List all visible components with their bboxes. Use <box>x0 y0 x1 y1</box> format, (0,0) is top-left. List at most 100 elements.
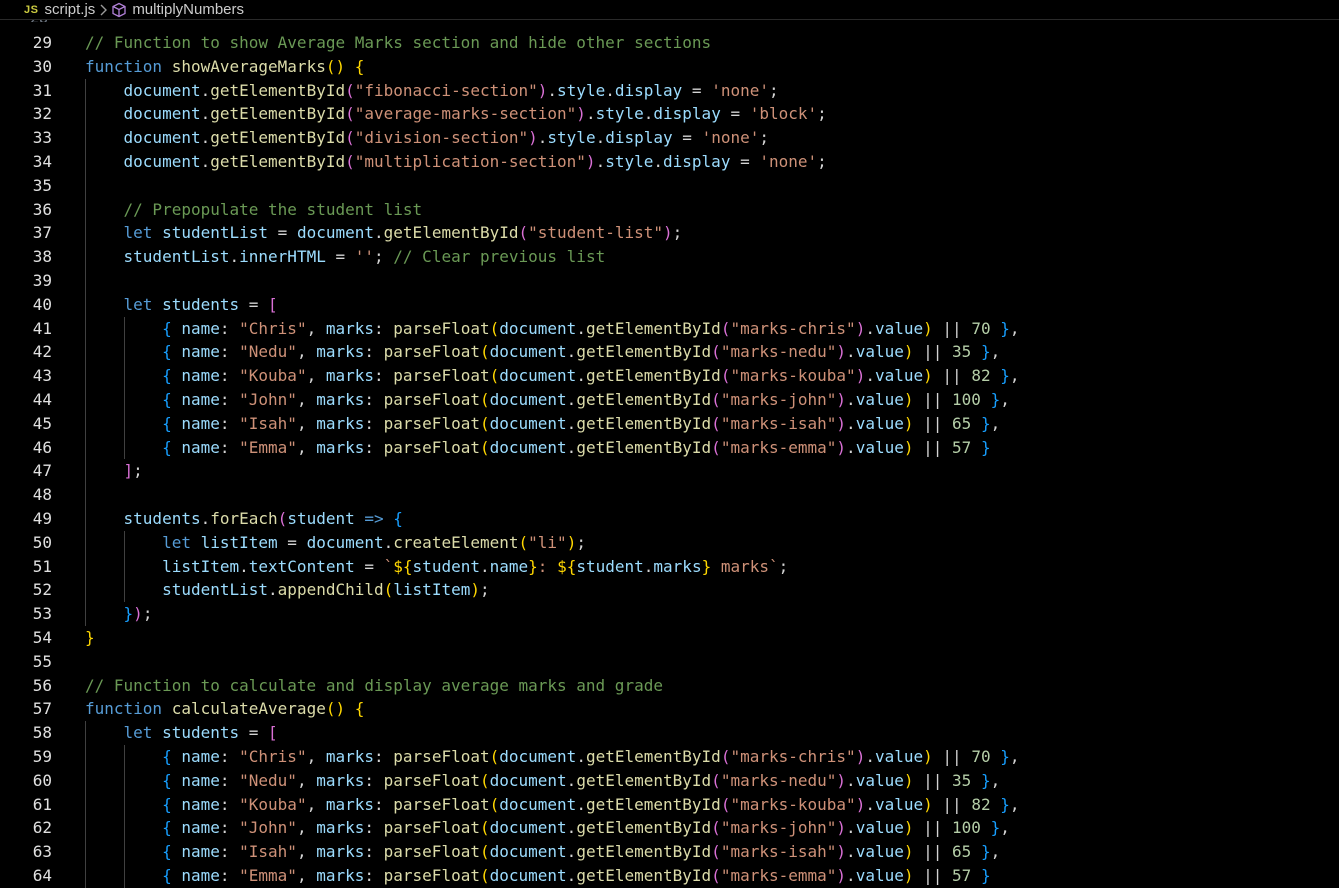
code-token: document <box>123 152 201 171</box>
code-line[interactable]: 36 // Prepopulate the student list <box>0 198 1339 222</box>
code-line[interactable]: 41 { name: "Chris", marks: parseFloat(do… <box>0 317 1339 341</box>
code-line[interactable]: 34 document.getElementById("multiplicati… <box>0 150 1339 174</box>
code-token: name <box>181 770 220 790</box>
code-token: value <box>855 866 904 885</box>
code-token: { <box>162 318 172 338</box>
code-line[interactable]: 46 { name: "Emma", marks: parseFloat(doc… <box>0 436 1339 460</box>
code-line[interactable]: 60 { name: "Nedu", marks: parseFloat(doc… <box>0 769 1339 793</box>
code-token: ; <box>759 128 769 148</box>
code-token: ) <box>836 413 847 433</box>
code-token: let <box>123 294 153 314</box>
code-line[interactable]: 64 { name: "Emma", marks: parseFloat(doc… <box>0 864 1339 888</box>
code-token: : <box>374 318 394 338</box>
code-line[interactable]: 48 <box>0 483 1339 507</box>
code-line[interactable]: 33 document.getElementById("division-sec… <box>0 126 1339 150</box>
code-token: getElementById <box>383 223 519 243</box>
line-number: 29 <box>32 33 52 52</box>
code-line[interactable]: 32 document.getElementById("average-mark… <box>0 102 1339 126</box>
code-line[interactable]: 51 listItem.textContent = `${student.nam… <box>0 555 1339 579</box>
code-token: ) <box>903 413 914 433</box>
code-line[interactable]: 57 function calculateAverage() { <box>0 697 1339 721</box>
code-token: : <box>364 818 384 838</box>
code-token: "Emma" <box>239 866 297 885</box>
code-token: || <box>913 390 953 409</box>
code-token: name <box>181 342 220 362</box>
code-line[interactable]: 54} <box>0 626 1339 650</box>
code-token: 65 <box>952 413 972 433</box>
code-token: . <box>846 866 856 885</box>
code-token: ` <box>383 556 394 576</box>
code-token: let <box>123 723 153 743</box>
code-token: . <box>200 152 211 171</box>
code-token: { <box>162 842 172 862</box>
breadcrumb-symbol[interactable]: multiplyNumbers <box>111 1 244 18</box>
code-line[interactable]: 40 let students = [ <box>0 293 1339 317</box>
code-line[interactable]: 49 students.forEach(student => { <box>0 507 1339 531</box>
code-token: ) <box>903 342 914 362</box>
code-editor[interactable]: 29 // Function to show Average Marks sect… <box>0 31 1339 888</box>
code-token: ( <box>345 128 355 148</box>
code-token: . <box>374 223 384 243</box>
line-number: 60 <box>32 770 52 790</box>
code-token: ) <box>585 152 596 171</box>
code-token: createElement <box>393 532 519 552</box>
code-token: { <box>162 413 172 433</box>
code-token: value <box>874 794 924 814</box>
code-token: ) <box>470 580 480 600</box>
code-token: 'none' <box>759 152 818 171</box>
line-number: 63 <box>32 842 52 862</box>
code-token: // Clear previous list <box>393 247 606 267</box>
code-token: ) <box>576 104 586 124</box>
code-line[interactable]: 39 <box>0 269 1339 293</box>
code-token: : <box>374 747 394 766</box>
code-token: document <box>123 80 201 100</box>
line-number: 45 <box>32 413 52 433</box>
code-token: getElementById <box>576 842 712 862</box>
code-line[interactable]: 59 { name: "Chris", marks: parseFloat(do… <box>0 745 1339 769</box>
code-token: = <box>682 80 712 100</box>
code-line[interactable]: 63 { name: "Isah", marks: parseFloat(doc… <box>0 840 1339 864</box>
code-token: studentList <box>162 223 269 243</box>
code-token: student <box>412 556 480 576</box>
code-line[interactable]: 45 { name: "Isah", marks: parseFloat(doc… <box>0 412 1339 436</box>
code-token: "marks-kouba" <box>730 366 856 386</box>
code-line[interactable]: 38 studentList.innerHTML = ''; // Clear … <box>0 245 1339 269</box>
code-line[interactable]: 42 { name: "Nedu", marks: parseFloat(doc… <box>0 340 1339 364</box>
code-token: // Prepopulate the student list <box>123 199 423 219</box>
code-line[interactable]: 30 function showAverageMarks() { <box>0 55 1339 79</box>
code-token: parseFloat <box>393 794 490 814</box>
code-token: value <box>874 318 924 338</box>
code-line[interactable]: 31 document.getElementById("fibonacci-se… <box>0 79 1339 103</box>
code-token: } <box>1000 366 1010 386</box>
code-line[interactable]: 47 ]; <box>0 459 1339 483</box>
code-line[interactable]: 44 { name: "John", marks: parseFloat(doc… <box>0 388 1339 412</box>
code-line[interactable]: 61 { name: "Kouba", marks: parseFloat(do… <box>0 793 1339 817</box>
code-token: , <box>990 413 1001 433</box>
code-token: ) <box>836 818 847 838</box>
code-token: display <box>614 80 683 100</box>
code-token: , <box>306 366 326 386</box>
code-line[interactable]: 29 // Function to show Average Marks sect… <box>0 31 1339 55</box>
code-line[interactable]: 37 let studentList = document.getElement… <box>0 221 1339 245</box>
code-token: document <box>499 318 577 338</box>
code-line[interactable]: 53 }); <box>0 602 1339 626</box>
code-line[interactable]: 35 <box>0 174 1339 198</box>
code-line[interactable]: 43 { name: "Kouba", marks: parseFloat(do… <box>0 364 1339 388</box>
code-token: marks <box>316 342 365 362</box>
code-line[interactable]: 62 { name: "John", marks: parseFloat(doc… <box>0 816 1339 840</box>
code-line[interactable]: 52 studentList.appendChild(listItem); <box>0 578 1339 602</box>
code-token: . <box>239 556 249 576</box>
code-line[interactable]: 56 // Function to calculate and display a… <box>0 674 1339 698</box>
code-line[interactable]: 50 let listItem = document.createElement… <box>0 531 1339 555</box>
code-line[interactable]: 58 let students = [ <box>0 721 1339 745</box>
code-token: ) <box>903 770 914 790</box>
code-token: { <box>162 770 172 790</box>
code-line[interactable]: 55 <box>0 650 1339 674</box>
code-token: = <box>277 532 307 552</box>
breadcrumb-file[interactable]: JS script.js <box>0 1 95 18</box>
